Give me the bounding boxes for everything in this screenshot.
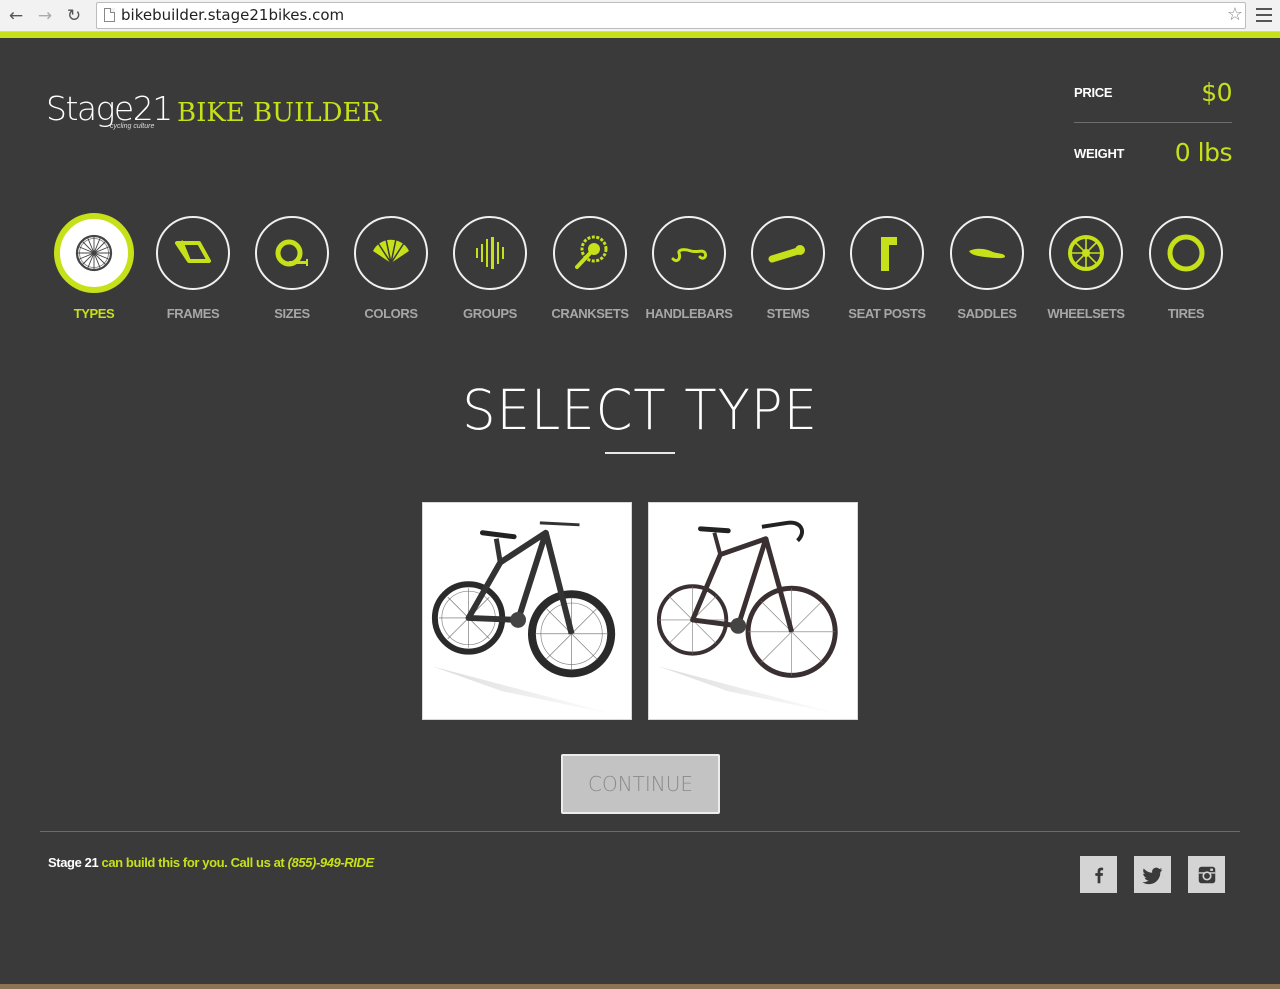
stat-divider [1074, 122, 1232, 123]
twitter-button[interactable] [1134, 856, 1171, 893]
twitter-icon [1141, 867, 1162, 884]
continue-button[interactable]: CONTINUE [561, 754, 720, 814]
facebook-icon [1094, 867, 1103, 883]
step-circle [156, 216, 230, 290]
page-icon [104, 8, 115, 22]
step-label: SADDLES [957, 306, 1017, 321]
option-road-bike[interactable] [648, 502, 858, 720]
accent-bar [0, 32, 1280, 38]
instagram-button[interactable] [1188, 856, 1225, 893]
step-circle [354, 216, 428, 290]
footer-divider [40, 831, 1240, 832]
footer-message: Stage 21 can build this for you. Call us… [48, 855, 374, 870]
wheel-icon [75, 234, 113, 272]
footer-brand: Stage 21 [48, 855, 99, 870]
mountain-bike-image [431, 521, 622, 716]
browser-toolbar: ← → ↻ bikebuilder.stage21bikes.com ☆ [0, 0, 1280, 32]
weight-value: 0 lbs [1174, 138, 1233, 167]
step-circle [850, 216, 924, 290]
step-colors[interactable]: COLORS [341, 214, 441, 321]
step-circle [1049, 216, 1123, 290]
saddle-icon [969, 248, 1005, 259]
step-label: COLORS [364, 306, 418, 321]
seat-post-icon [881, 237, 897, 271]
step-tires[interactable]: TIRES [1136, 214, 1236, 321]
handlebar-icon [671, 248, 707, 263]
step-circle [950, 216, 1024, 290]
heading-underline [605, 452, 675, 454]
tape-measure-icon [275, 239, 308, 267]
step-circle [54, 213, 134, 293]
footer-phone[interactable]: (855)-949-RIDE [288, 855, 375, 870]
color-fan-icon [373, 238, 409, 264]
step-stems[interactable]: STEMS [738, 214, 838, 321]
back-arrow-icon[interactable]: ← [4, 4, 28, 28]
step-types[interactable]: TYPES [44, 213, 144, 321]
step-circle [453, 216, 527, 290]
step-nav: TYPES FRAMES SIZES COLORS GROUPS CRANKSE… [44, 213, 1236, 324]
stem-icon [768, 245, 805, 263]
url-text: bikebuilder.stage21bikes.com [121, 6, 345, 24]
footer-call-text: can build this for you. Call us at [101, 855, 285, 870]
step-label: WHEELSETS [1047, 306, 1125, 321]
taskbar-edge [0, 984, 1280, 989]
reload-icon[interactable]: ↻ [62, 4, 86, 28]
step-circle [553, 216, 627, 290]
step-label: SIZES [274, 306, 310, 321]
groupset-icon [476, 237, 504, 269]
menu-icon[interactable] [1256, 4, 1272, 26]
step-circle [751, 216, 825, 290]
facebook-button[interactable] [1080, 856, 1117, 893]
bookmark-star-icon[interactable]: ☆ [1227, 4, 1243, 25]
crankset-icon [575, 235, 608, 269]
step-circle [652, 216, 726, 290]
step-groups[interactable]: GROUPS [440, 214, 540, 321]
step-label: HANDLEBARS [645, 306, 733, 321]
step-handlebars[interactable]: HANDLEBARS [639, 214, 739, 321]
tire-icon [1167, 234, 1205, 272]
step-label: SEAT POSTS [848, 306, 926, 321]
logo-tagline: cycling culture [110, 123, 155, 130]
step-circle [255, 216, 329, 290]
option-mountain-bike[interactable] [422, 502, 632, 720]
step-label: GROUPS [463, 306, 517, 321]
weight-label: WEIGHT [1074, 146, 1125, 161]
step-wheelsets[interactable]: WHEELSETS [1036, 214, 1136, 321]
road-bike-image [656, 520, 848, 716]
step-label: FRAMES [166, 306, 220, 321]
step-frames[interactable]: FRAMES [143, 214, 243, 321]
step-saddles[interactable]: SADDLES [937, 214, 1037, 321]
wheelset-icon [1068, 235, 1104, 271]
frame-icon [175, 240, 211, 263]
step-cranksets[interactable]: CRANKSETS [540, 214, 640, 321]
step-label: TYPES [73, 306, 115, 321]
step-sizes[interactable]: SIZES [242, 214, 342, 321]
forward-arrow-icon[interactable]: → [33, 4, 57, 28]
page-title: SELECT TYPE [462, 378, 818, 442]
step-label: TIRES [1167, 306, 1205, 321]
price-value: $0 [1201, 78, 1232, 107]
step-label: STEMS [766, 306, 810, 321]
step-circle [1149, 216, 1223, 290]
address-bar[interactable]: bikebuilder.stage21bikes.com ☆ [96, 2, 1246, 29]
step-label: CRANKSETS [551, 306, 629, 321]
instagram-icon [1198, 866, 1215, 883]
price-label: PRICE [1074, 85, 1113, 100]
step-seat-posts[interactable]: SEAT POSTS [837, 214, 937, 321]
app-title: BIKE BUILDER [177, 98, 382, 128]
